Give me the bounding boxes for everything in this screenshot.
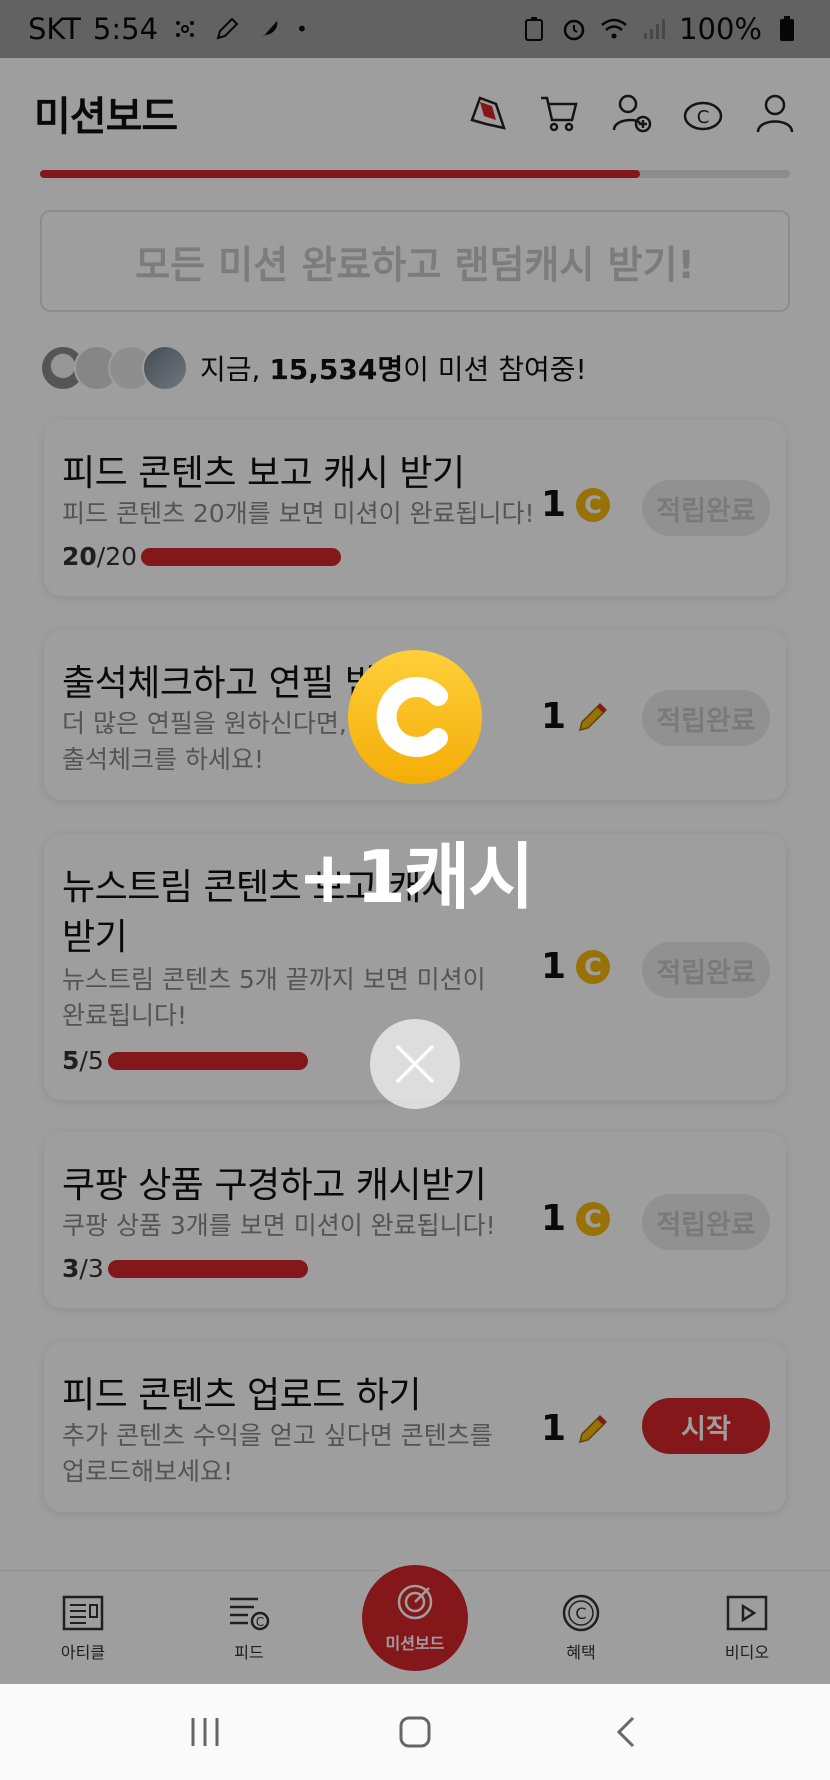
back-icon[interactable] xyxy=(595,1702,655,1762)
system-nav-bar xyxy=(0,1684,830,1780)
home-icon[interactable] xyxy=(385,1702,445,1762)
recent-apps-icon[interactable] xyxy=(175,1702,235,1762)
reward-coin-icon xyxy=(348,650,482,784)
close-icon xyxy=(395,1044,435,1084)
close-button[interactable] xyxy=(370,1019,460,1109)
reward-amount-text: +1캐시 xyxy=(297,835,535,919)
